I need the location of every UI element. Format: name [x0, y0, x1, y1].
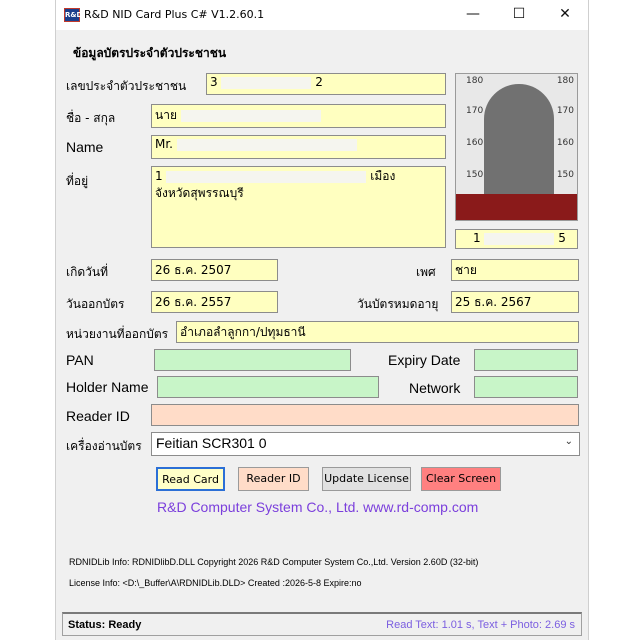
window-title: R&D NID Card Plus C# V1.2.60.1: [84, 8, 265, 21]
expire-label: วันบัตรหมดอายุ: [357, 297, 439, 311]
holder-name-field[interactable]: [157, 376, 379, 398]
reader-id-button[interactable]: Reader ID: [238, 467, 309, 491]
ruler-left-180: 180: [466, 76, 484, 86]
ruler-right-170: 170: [556, 106, 574, 116]
ruler-left-160: 160: [466, 138, 484, 148]
company-link[interactable]: R&D Computer System Co., Ltd. www.rd-com…: [157, 499, 478, 515]
birth-field[interactable]: 26 ธ.ค. 2507: [151, 259, 278, 281]
update-license-button[interactable]: Update License: [322, 467, 411, 491]
pan-field[interactable]: [154, 349, 351, 371]
photo-portrait: [484, 84, 554, 204]
pan-label: PAN: [66, 352, 94, 368]
address-line1-start: 1: [155, 169, 163, 183]
chevron-down-icon[interactable]: ⌄: [565, 436, 573, 447]
ruler-left-170: 170: [466, 106, 484, 116]
address-line1: 1 เมือง: [155, 168, 442, 185]
license-info-text: License Info: <D:\_Buffer\A\RDNIDLib.DLD…: [69, 578, 362, 588]
reader-id-field[interactable]: [151, 404, 579, 426]
name-en-label: Name: [66, 139, 104, 155]
id-field[interactable]: 3 2: [206, 73, 446, 95]
name-th-label: ชื่อ - สกุล: [66, 111, 116, 125]
status-bar: Status: Ready Read Text: 1.01 s, Text + …: [62, 612, 582, 636]
name-th-value: นาย: [155, 108, 177, 122]
ruler-right-160: 160: [556, 138, 574, 148]
name-th-field[interactable]: นาย: [151, 104, 446, 128]
expiry-date-label: Expiry Date: [388, 352, 461, 368]
status-text: Status: Ready: [68, 619, 142, 631]
reader-select-value: Feitian SCR301 0: [156, 435, 267, 451]
redacted-block: [221, 76, 312, 89]
id-label: เลขประจำตัวประชาชน: [66, 79, 187, 93]
birth-label: เกิดวันที่: [66, 265, 109, 279]
title-bar: R&D R&D NID Card Plus C# V1.2.60.1 — ☐ ✕: [56, 0, 588, 30]
address-line1-end: เมือง: [370, 169, 396, 183]
gender-label: เพศ: [416, 265, 436, 279]
ruler-left-150: 150: [466, 170, 484, 180]
lib-info-text: RDNIDLib Info: RDNIDlibD.DLL Copyright 2…: [69, 557, 479, 567]
id-photo: 180 180 170 170 160 160 150 150: [455, 73, 578, 221]
minimize-button[interactable]: —: [450, 0, 496, 30]
issue-label: วันออกบัตร: [66, 297, 125, 311]
gender-field[interactable]: ชาย: [451, 259, 579, 281]
app-window: R&D R&D NID Card Plus C# V1.2.60.1 — ☐ ✕…: [55, 0, 589, 640]
close-button[interactable]: ✕: [542, 0, 588, 30]
redacted-block: [176, 138, 357, 151]
photo-number-end: 5: [558, 231, 566, 245]
redacted-block: [484, 232, 555, 245]
timing-text: Read Text: 1.01 s, Text + Photo: 2.69 s: [386, 619, 575, 631]
issuer-label: หน่วยงานที่ออกบัตร: [66, 327, 169, 341]
photo-number-field[interactable]: 1 5: [455, 229, 578, 249]
expiry-date-field[interactable]: [474, 349, 578, 371]
ruler-right-180: 180: [556, 76, 574, 86]
redacted-block: [180, 109, 321, 122]
maximize-button[interactable]: ☐: [496, 0, 542, 30]
address-line2: จังหวัดสุพรรณบุรี: [155, 186, 244, 200]
reader-select[interactable]: Feitian SCR301 0 ⌄: [151, 432, 580, 456]
address-label: ที่อยู่: [66, 174, 89, 188]
name-en-value: Mr.: [155, 137, 177, 151]
expire-field[interactable]: 25 ธ.ค. 2567: [451, 291, 579, 313]
id-value-end: 2: [315, 75, 323, 89]
network-field[interactable]: [474, 376, 578, 398]
photo-shirt: [456, 194, 577, 220]
reader-label: เครื่องอ่านบัตร: [66, 439, 142, 453]
issue-field[interactable]: 26 ธ.ค. 2557: [151, 291, 278, 313]
name-en-field[interactable]: Mr.: [151, 135, 446, 159]
holder-name-label: Holder Name: [66, 379, 149, 395]
address-field[interactable]: 1 เมือง จังหวัดสุพรรณบุรี: [151, 166, 446, 248]
photo-number-start: 1: [473, 231, 481, 245]
app-logo-icon: R&D: [64, 8, 82, 22]
clear-screen-button[interactable]: Clear Screen: [421, 467, 501, 491]
read-card-button[interactable]: Read Card: [156, 467, 225, 491]
section-title: ข้อมูลบัตรประจำตัวประชาชน: [73, 46, 227, 60]
network-label: Network: [409, 380, 461, 396]
ruler-right-150: 150: [556, 170, 574, 180]
id-value-start: 3: [210, 75, 218, 89]
redacted-block: [166, 170, 367, 183]
reader-id-label: Reader ID: [66, 408, 130, 424]
issuer-field[interactable]: อำเภอลำลูกกา/ปทุมธานี: [176, 321, 579, 343]
